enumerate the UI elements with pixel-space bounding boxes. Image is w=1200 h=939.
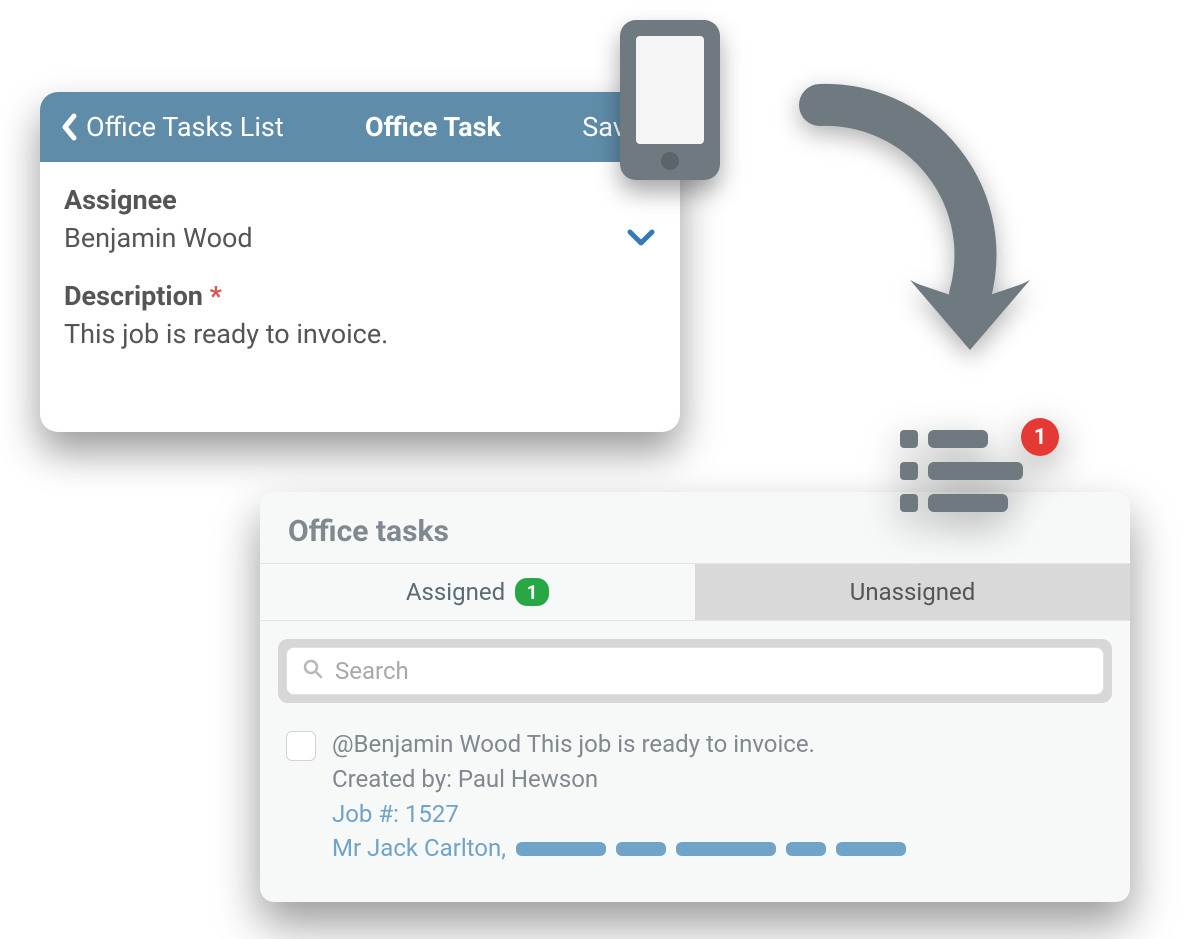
phone-icon (620, 20, 720, 180)
form-body: Assignee Benjamin Wood Description * Thi… (40, 162, 680, 398)
chevron-left-icon (60, 113, 78, 141)
description-label: Description * (64, 280, 656, 312)
search-placeholder: Search (335, 657, 409, 685)
task-description: @Benjamin Wood This job is ready to invo… (332, 727, 1104, 762)
notification-badge: 1 (1021, 418, 1059, 456)
flow-arrow-icon (770, 65, 1080, 385)
task-checkbox[interactable] (286, 731, 316, 761)
task-list-icon: 1 (900, 430, 1055, 512)
page-title: Office Task (284, 111, 583, 143)
redacted-text (516, 842, 606, 856)
task-content: @Benjamin Wood This job is ready to invo… (332, 727, 1104, 866)
assignee-value: Benjamin Wood (64, 222, 626, 254)
redacted-text (786, 842, 826, 856)
tab-assigned[interactable]: Assigned 1 (260, 564, 695, 620)
office-task-form-panel: Office Tasks List Office Task Save Assig… (40, 92, 680, 432)
assignee-label: Assignee (64, 184, 656, 216)
assignee-dropdown[interactable]: Benjamin Wood (64, 222, 656, 254)
search-icon (303, 659, 323, 683)
redacted-text (676, 842, 776, 856)
chevron-down-icon (626, 222, 656, 254)
tab-unassigned[interactable]: Unassigned (695, 564, 1130, 620)
search-input[interactable]: Search (286, 647, 1104, 695)
search-container: Search (278, 639, 1112, 703)
form-header: Office Tasks List Office Task Save (40, 92, 680, 162)
back-button[interactable]: Office Tasks List (60, 111, 284, 143)
assignee-field: Assignee Benjamin Wood (64, 184, 656, 254)
redacted-text (616, 842, 666, 856)
task-row: @Benjamin Wood This job is ready to invo… (260, 713, 1130, 880)
phone-screen (636, 36, 704, 144)
description-field: Description * This job is ready to invoi… (64, 280, 656, 350)
back-label: Office Tasks List (86, 111, 284, 143)
job-link[interactable]: Job #: 1527 (332, 797, 1104, 832)
office-tasks-panel: Office tasks Assigned 1 Unassigned Searc… (260, 492, 1130, 902)
redacted-text (836, 842, 906, 856)
required-star: * (210, 280, 222, 312)
client-link[interactable]: Mr Jack Carlton, (332, 831, 506, 866)
description-input[interactable]: This job is ready to invoice. (64, 318, 656, 350)
created-by-label: Created by: Paul Hewson (332, 762, 1104, 797)
description-value: This job is ready to invoice. (64, 318, 656, 350)
phone-home-button (661, 152, 679, 170)
client-line: Mr Jack Carlton, (332, 831, 1104, 866)
tabs: Assigned 1 Unassigned (260, 563, 1130, 621)
assigned-count-badge: 1 (515, 578, 549, 606)
